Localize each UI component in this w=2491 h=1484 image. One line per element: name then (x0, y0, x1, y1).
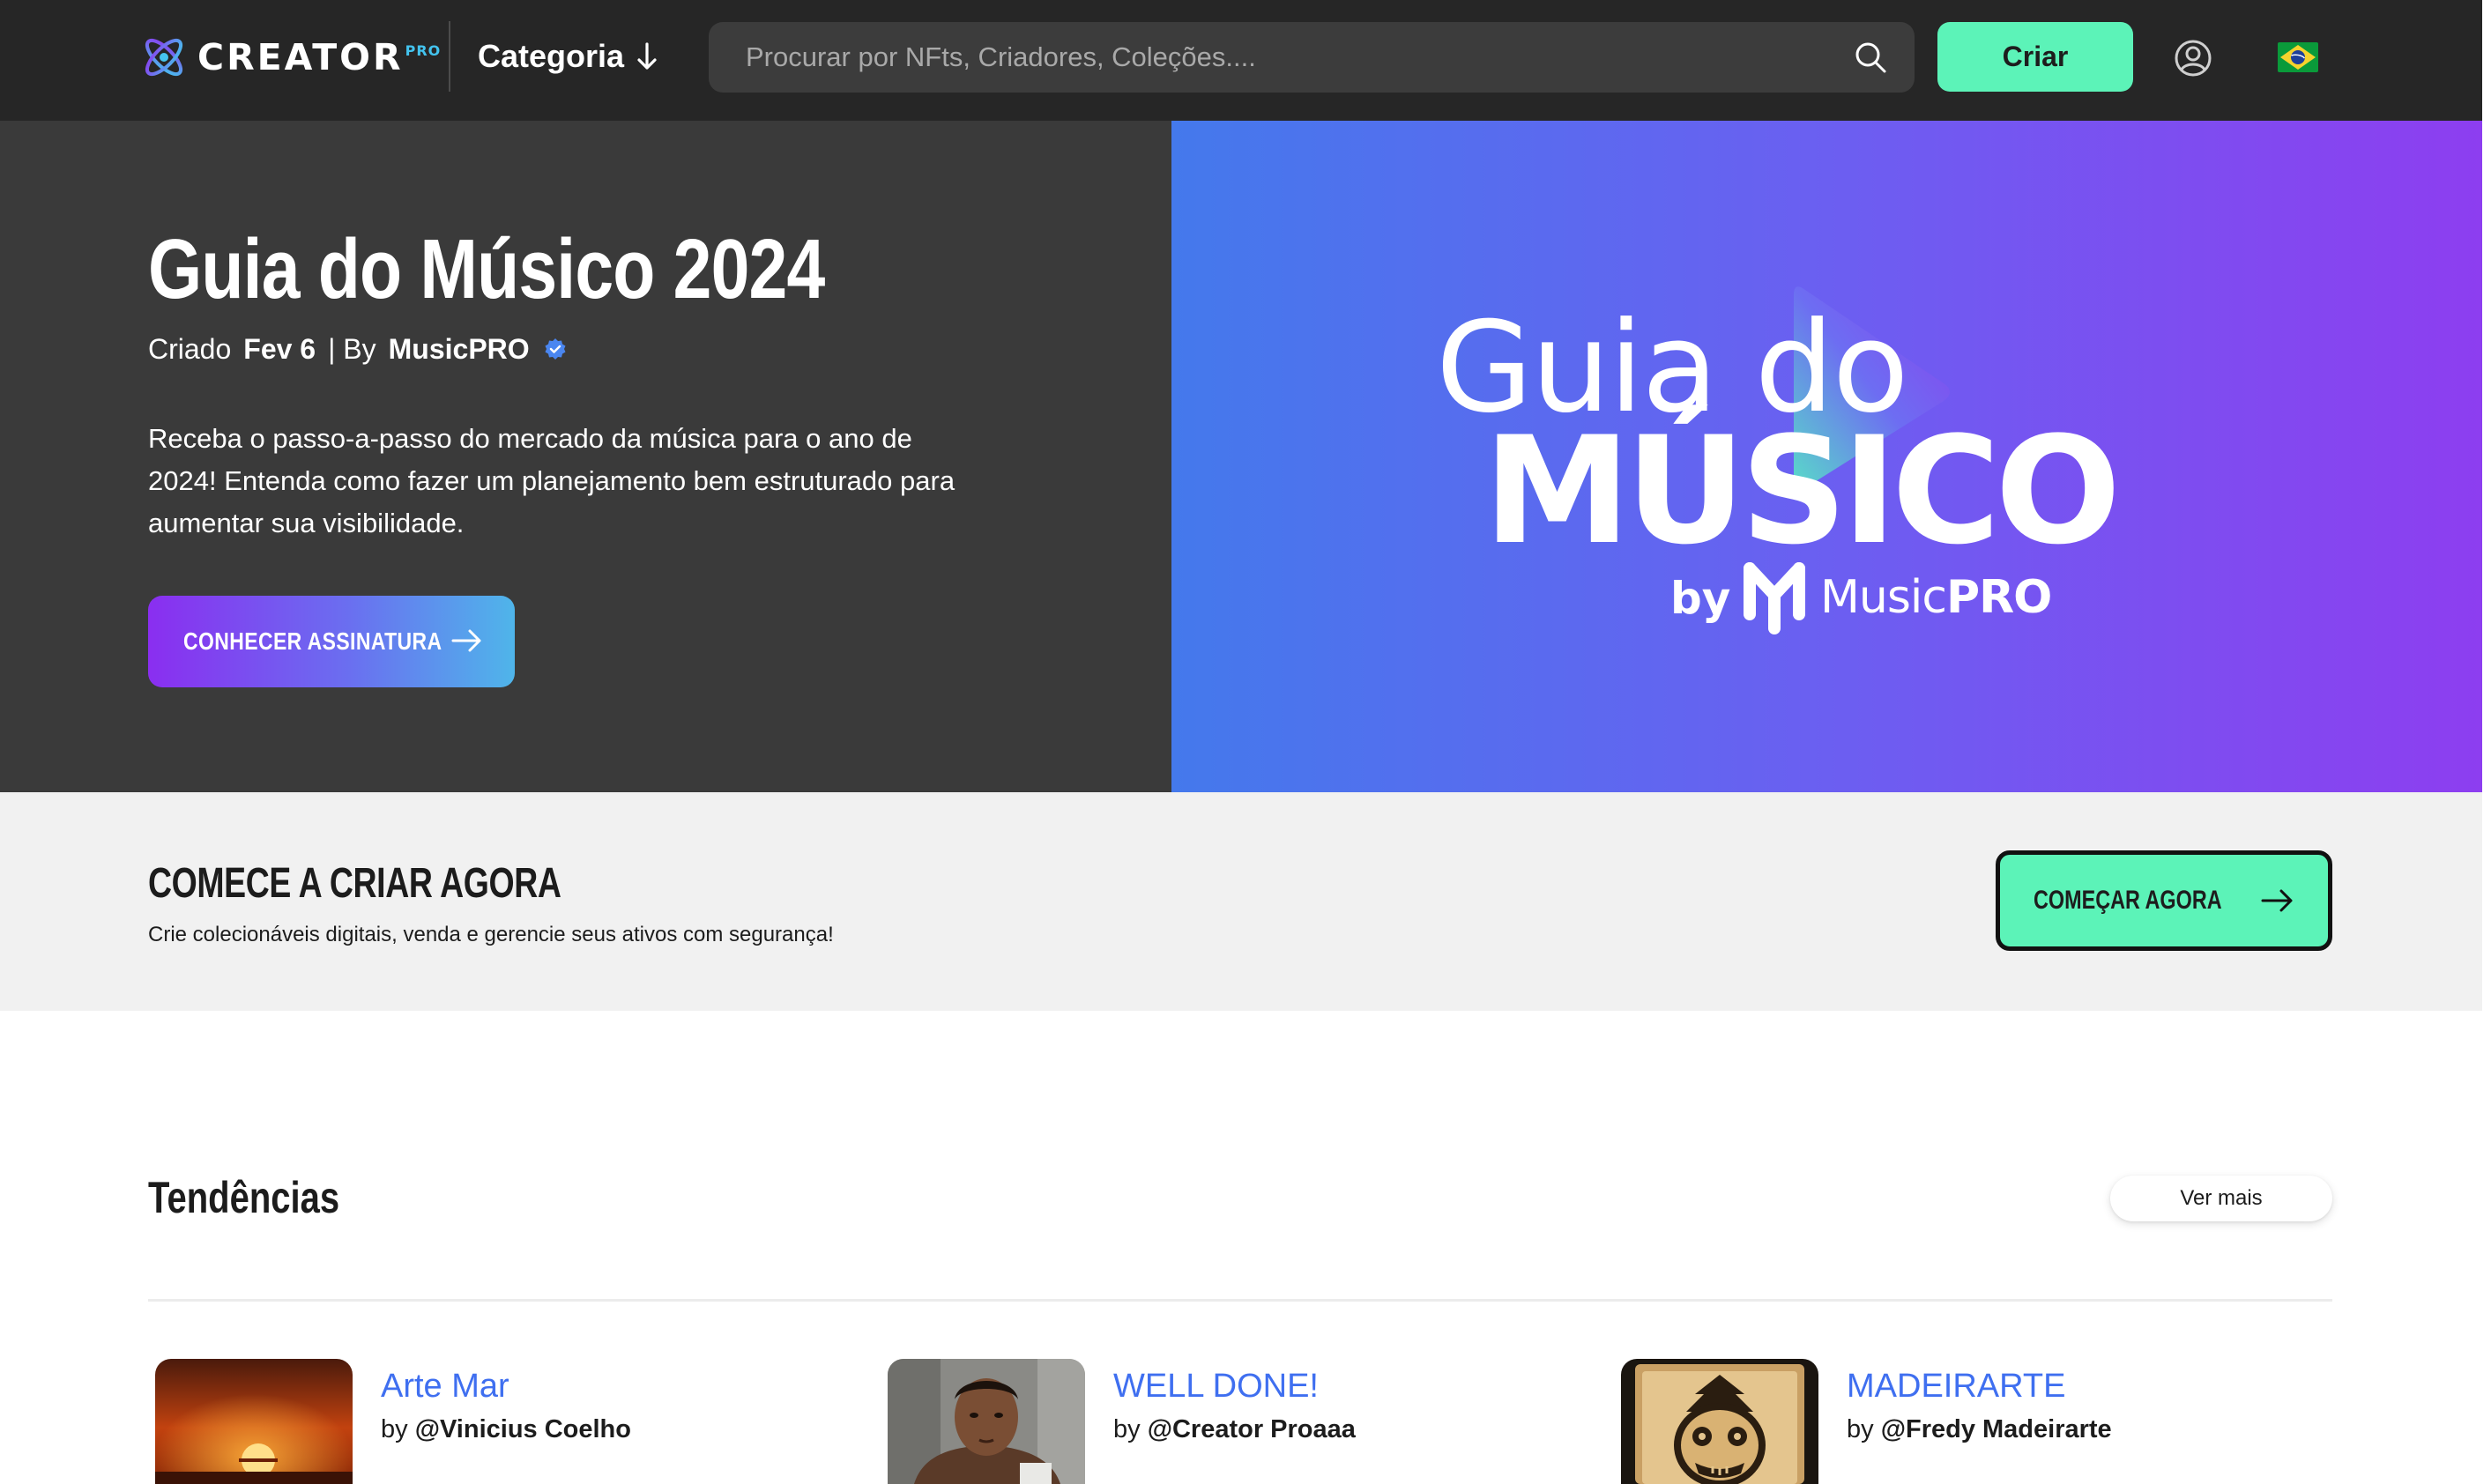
created-label: Criado (148, 332, 232, 365)
category-label: Categoria (478, 38, 625, 74)
trend-card-well-done[interactable]: WELL DONE! by @Creator Proaaa (881, 1359, 1550, 1484)
arrow-right-icon (451, 629, 481, 652)
hero-banner-image[interactable]: Guia do MÚSICO by MusicPRO (1171, 121, 2482, 792)
start-now-button[interactable]: COMEÇAR AGORA (1996, 850, 2332, 951)
trends-title: Tendências (148, 1173, 340, 1222)
banner-brand-bold: PRO (1945, 571, 2052, 624)
carved-mask-thumbnail (1621, 1359, 1818, 1484)
hero-title: Guia do Músico 2024 (148, 222, 825, 316)
trend-card-arte-mar[interactable]: Arte Mar by @Vinicius Coelho (148, 1359, 818, 1484)
atom-logo-icon (145, 38, 183, 77)
window-edge (2482, 0, 2491, 1484)
header-divider (449, 21, 450, 92)
card-title[interactable]: Arte Mar (381, 1368, 509, 1406)
cta-title: COMECE A CRIAR AGORA (148, 860, 561, 907)
brazil-flag-icon[interactable] (2278, 42, 2318, 72)
search-icon[interactable] (1853, 40, 1888, 75)
author-link[interactable]: MusicPRO (389, 333, 530, 366)
sunset-thumbnail (155, 1359, 353, 1484)
musicpro-logo-icon (1744, 562, 1805, 634)
search-bar (709, 22, 1915, 93)
subscribe-button[interactable]: CONHECER ASSINATURA (148, 596, 515, 687)
arrow-down-icon (637, 42, 657, 70)
banner-by: by (1670, 573, 1731, 624)
author-link[interactable]: @Creator Proaaa (1148, 1415, 1356, 1443)
author-link[interactable]: @Vinicius Coelho (415, 1415, 631, 1443)
banner-brand: MusicPRO (1820, 575, 2052, 620)
user-account-icon[interactable] (2174, 39, 2212, 78)
card-author: by @Fredy Madeirarte (1847, 1415, 2112, 1444)
logo-text: CREATOR (197, 36, 404, 78)
subscribe-button-label: CONHECER ASSINATURA (183, 627, 442, 655)
created-date: Fev 6 (243, 332, 316, 365)
by-label: by (1113, 1415, 1141, 1443)
author-link[interactable]: @Fredy Madeirarte (1881, 1415, 2112, 1443)
hero-meta: Criado Fev 6 | By MusicPRO (148, 330, 567, 368)
verified-badge-icon (545, 338, 566, 360)
top-navigation-bar: CREATOR PRO Categoria Criar (0, 0, 2482, 121)
card-title[interactable]: MADEIRARTE (1847, 1368, 2065, 1406)
by-label: by (1847, 1415, 1874, 1443)
start-now-label: COMEÇAR AGORA (2034, 886, 2222, 915)
section-divider (148, 1299, 2332, 1302)
creator-pro-logo[interactable]: CREATOR PRO (139, 30, 441, 85)
cta-subtitle: Crie colecionáveis digitais, venda e ger… (148, 923, 834, 946)
search-input[interactable] (744, 22, 1819, 93)
by-label: | By (328, 332, 376, 365)
by-label: by (381, 1415, 408, 1443)
create-button[interactable]: Criar (1937, 22, 2133, 92)
banner-title-line2: MÚSICO (1483, 404, 2121, 577)
card-author: by @Creator Proaaa (1113, 1415, 1356, 1444)
banner-brand-light: Music (1820, 571, 1947, 624)
hero-description: Receba o passo-a-passo do mercado da mús… (148, 423, 956, 538)
see-more-button[interactable]: Ver mais (2110, 1176, 2332, 1221)
arrow-right-icon (2261, 889, 2293, 912)
logo-suffix: PRO (405, 41, 442, 59)
trend-card-madeirarte[interactable]: MADEIRARTE by @Fredy Madeirarte (1614, 1359, 2284, 1484)
start-creating-section: COMECE A CRIAR AGORA Crie colecionáveis … (0, 792, 2482, 1011)
card-title[interactable]: WELL DONE! (1113, 1368, 1319, 1406)
card-author: by @Vinicius Coelho (381, 1415, 631, 1444)
category-dropdown[interactable]: Categoria (478, 33, 658, 79)
portrait-thumbnail (888, 1359, 1085, 1484)
